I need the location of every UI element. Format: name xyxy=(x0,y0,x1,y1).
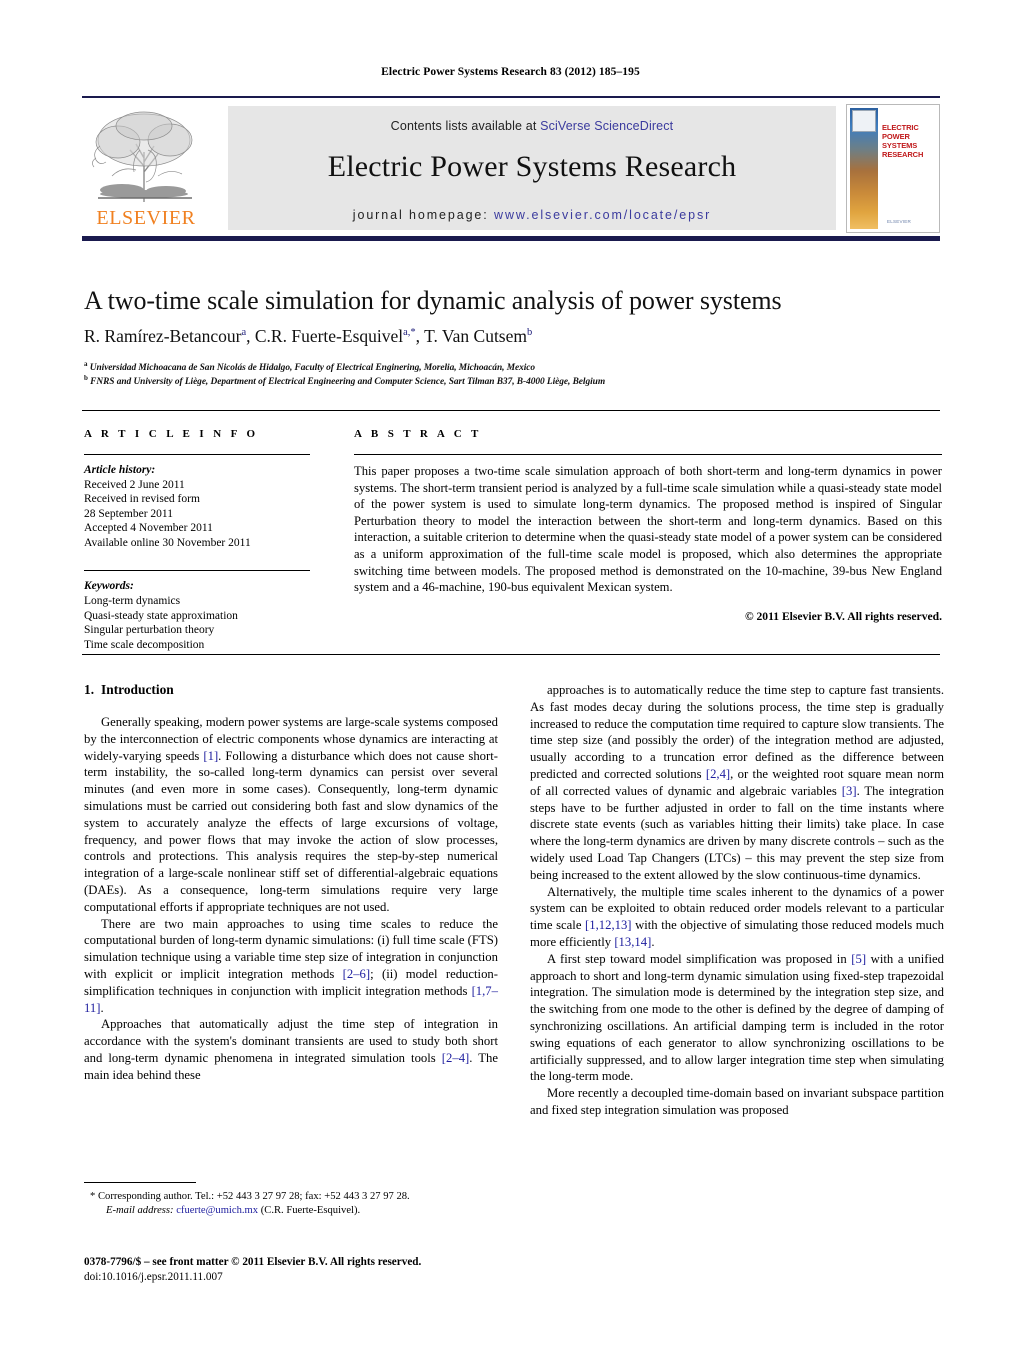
doi-line: doi:10.1016/j.epsr.2011.11.007 xyxy=(84,1270,504,1285)
article-history-item: Accepted 4 November 2011 xyxy=(84,522,213,535)
citation-ref[interactable]: [5] xyxy=(851,952,866,966)
body-paragraph: Alternatively, the multiple time scales … xyxy=(530,884,944,949)
masthead-center: Contents lists available at SciVerse Sci… xyxy=(228,106,836,230)
running-head: Electric Power Systems Research 83 (2012… xyxy=(381,66,640,78)
cover-title: ELECTRIC POWER SYSTEMS RESEARCH xyxy=(882,123,936,159)
affiliation-b: b FNRS and University of Liège, Departme… xyxy=(84,374,606,388)
body-paragraph: approaches is to automatically reduce th… xyxy=(530,683,944,882)
body-paragraph: More recently a decoupled time-domain ba… xyxy=(530,1086,944,1117)
corresponding-marker: * xyxy=(90,1191,96,1202)
article-history-item: Available online 30 November 2011 xyxy=(84,536,251,549)
paper-page: Electric Power Systems Research 83 (2012… xyxy=(0,0,1021,1351)
citation-ref[interactable]: [2,4] xyxy=(706,767,730,781)
author-list: R. Ramírez-Betancoura, C.R. Fuerte-Esqui… xyxy=(84,326,533,346)
footnote-rule xyxy=(84,1182,196,1183)
masthead-inner: ELSEVIER Contents lists available at Sci… xyxy=(82,100,940,234)
corresponding-author-note: * Corresponding author. Tel.: +52 443 3 … xyxy=(84,1190,504,1218)
article-title: A two-time scale simulation for dynamic … xyxy=(84,286,782,315)
citation-ref[interactable]: [1,7–11] xyxy=(84,984,498,1015)
article-info-block: A R T I C L E I N F O Article history: R… xyxy=(84,428,310,652)
article-history-label: Article history: xyxy=(84,464,156,476)
section-number: 1. xyxy=(84,682,95,697)
keyword-item: Time scale decomposition xyxy=(84,638,205,651)
affiliation-b-text: FNRS and University of Liège, Department… xyxy=(90,377,606,388)
body-column-right: approaches is to automatically reduce th… xyxy=(530,682,944,1119)
cover-title-line1: ELECTRIC POWER xyxy=(882,123,919,141)
keywords-list: Long-term dynamics Quasi-steady state app… xyxy=(84,594,310,652)
journal-cover-thumbnail: ELECTRIC POWER SYSTEMS RESEARCH ELSEVIER xyxy=(846,104,940,233)
doi-label: doi: xyxy=(84,1271,102,1283)
cover-footer-mark: ELSEVIER xyxy=(887,219,912,224)
journal-homepage-link[interactable]: www.elsevier.com/locate/epsr xyxy=(494,208,711,222)
info-band-bottom-rule xyxy=(82,654,940,655)
left-paragraphs: Generally speaking, modern power systems… xyxy=(84,714,498,1084)
abstract-text: This paper proposes a two-time scale sim… xyxy=(354,464,942,595)
cover-publisher-box xyxy=(852,110,876,132)
keyword-item: Singular perturbation theory xyxy=(84,624,215,637)
body-paragraph: Approaches that automatically adjust the… xyxy=(84,1017,499,1082)
citation-ref[interactable]: [3] xyxy=(842,784,857,798)
citation-ref[interactable]: [2–4] xyxy=(442,1051,469,1065)
elsevier-tree-icon xyxy=(92,111,193,202)
email-line: E-mail address: cfuerte@umich.mx (C.R. F… xyxy=(84,1204,504,1218)
citation-ref[interactable]: [2–6] xyxy=(343,967,370,981)
sciencedirect-link[interactable]: SciVerse ScienceDirect xyxy=(540,119,673,133)
citation-ref[interactable]: [13,14] xyxy=(614,935,651,949)
contents-available-line: Contents lists available at SciVerse Sci… xyxy=(228,106,836,133)
keyword-item: Long-term dynamics xyxy=(84,594,181,607)
homepage-prefix: journal homepage: xyxy=(352,208,495,222)
elsevier-wordmark: ELSEVIER xyxy=(96,207,196,229)
right-paragraphs: approaches is to automatically reduce th… xyxy=(530,682,944,1119)
citation-ref[interactable]: [1] xyxy=(203,749,218,763)
section-heading-introduction: 1. Introduction xyxy=(84,682,498,698)
body-paragraph: There are two main approaches to using t… xyxy=(84,916,498,1015)
abstract-block: A B S T R A C T This paper proposes a tw… xyxy=(354,428,942,623)
elsevier-logo: ELSEVIER xyxy=(82,106,210,230)
info-band-top-rule xyxy=(82,410,940,411)
doi-value[interactable]: 10.1016/j.epsr.2011.11.007 xyxy=(101,1271,222,1283)
imprint-block: 0378-7796/$ – see front matter © 2011 El… xyxy=(84,1255,504,1285)
contents-prefix: Contents lists available at xyxy=(390,119,541,133)
abstract-heading: A B S T R A C T xyxy=(354,428,482,440)
body-paragraph: A first step toward model simplification… xyxy=(530,951,944,1084)
journal-title: Electric Power Systems Research xyxy=(327,150,737,183)
keyword-item: Quasi-steady state approximation xyxy=(84,609,238,622)
issn-line: 0378-7796/$ – see front matter © 2011 El… xyxy=(84,1256,422,1268)
article-history-item: Received 2 June 2011 xyxy=(84,478,185,491)
email-link[interactable]: cfuerte@umich.mx xyxy=(176,1205,258,1216)
citation-ref[interactable]: [1,12,13] xyxy=(585,918,632,932)
article-history-list: Received 2 June 2011 Received in revised … xyxy=(84,478,310,551)
article-info-heading: A R T I C L E I N F O xyxy=(84,428,259,440)
affiliation-a-text: Universidad Michoacana de San Nicolás de… xyxy=(89,363,536,374)
article-history-item: Received in revised form xyxy=(84,493,200,506)
corresponding-author-line: * Corresponding author. Tel.: +52 443 3 … xyxy=(84,1190,504,1204)
keywords-block: Keywords: Long-term dynamics Quasi-steady… xyxy=(84,570,310,652)
abstract-divider xyxy=(354,454,942,455)
section-title: Introduction xyxy=(101,682,174,697)
abstract-copyright: © 2011 Elsevier B.V. All rights reserved… xyxy=(744,609,942,623)
article-info-divider xyxy=(84,454,310,455)
email-label: E-mail address: xyxy=(106,1204,174,1216)
journal-masthead: ELSEVIER Contents lists available at Sci… xyxy=(82,96,940,234)
cover-title-line2: SYSTEMS RESEARCH xyxy=(882,141,924,159)
body-paragraph: Generally speaking, modern power systems… xyxy=(84,715,498,914)
body-column-left: 1. Introduction Generally speaking, moder… xyxy=(84,682,498,1084)
journal-homepage-line: journal homepage: www.elsevier.com/locat… xyxy=(228,208,836,222)
affiliation-a: a Universidad Michoacana de San Nicolás … xyxy=(84,360,536,374)
masthead-bottom-rule xyxy=(82,236,940,241)
keywords-divider xyxy=(84,570,310,572)
corresponding-text: Corresponding author. Tel.: +52 443 3 27… xyxy=(97,1191,410,1202)
keywords-label: Keywords: xyxy=(84,580,134,593)
email-owner: (C.R. Fuerte-Esquivel). xyxy=(260,1204,361,1216)
article-history-item: 28 September 2011 xyxy=(84,507,174,520)
